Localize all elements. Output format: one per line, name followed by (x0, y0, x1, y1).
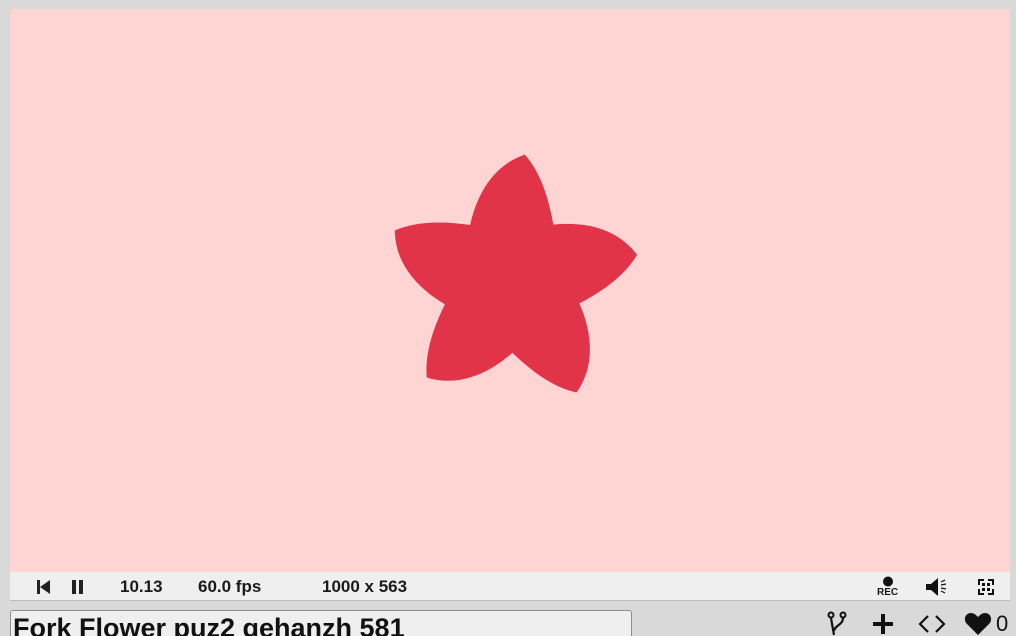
code-icon (918, 615, 946, 633)
rec-label: REC (877, 586, 899, 598)
pause-icon (72, 579, 83, 594)
flower-graphic (394, 154, 638, 393)
volume-icon (926, 577, 947, 596)
like-button[interactable]: 0 (964, 610, 1008, 636)
record-button[interactable]: REC (877, 572, 898, 601)
fullscreen-button[interactable] (977, 572, 995, 601)
volume-button[interactable] (925, 572, 949, 601)
fork-icon (827, 611, 847, 636)
shader-title-field[interactable]: Fork Flower puz2 gehanzh 581 (10, 610, 632, 636)
fps-display: 60.0 fps (198, 576, 262, 596)
fork-button[interactable] (826, 610, 848, 636)
like-count: 0 (996, 611, 1009, 636)
rewind-icon (37, 579, 50, 594)
heart-icon (964, 613, 992, 635)
player-controls: 10.13 60.0 fps 1000 x 563 REC (10, 572, 1010, 601)
time-display: 10.13 (120, 576, 163, 596)
plus-icon (873, 614, 893, 634)
record-dot-icon (882, 576, 893, 586)
shader-canvas[interactable] (10, 9, 1010, 572)
resolution-display: 1000 x 563 (322, 576, 408, 596)
embed-button[interactable] (918, 610, 946, 636)
rewind-button[interactable] (37, 572, 51, 601)
shader-title: Fork Flower puz2 gehanzh 581 (13, 613, 405, 636)
fullscreen-icon (978, 578, 994, 595)
add-to-playlist-button[interactable] (872, 610, 894, 636)
flower-center (454, 224, 570, 340)
pause-button[interactable] (72, 572, 84, 601)
